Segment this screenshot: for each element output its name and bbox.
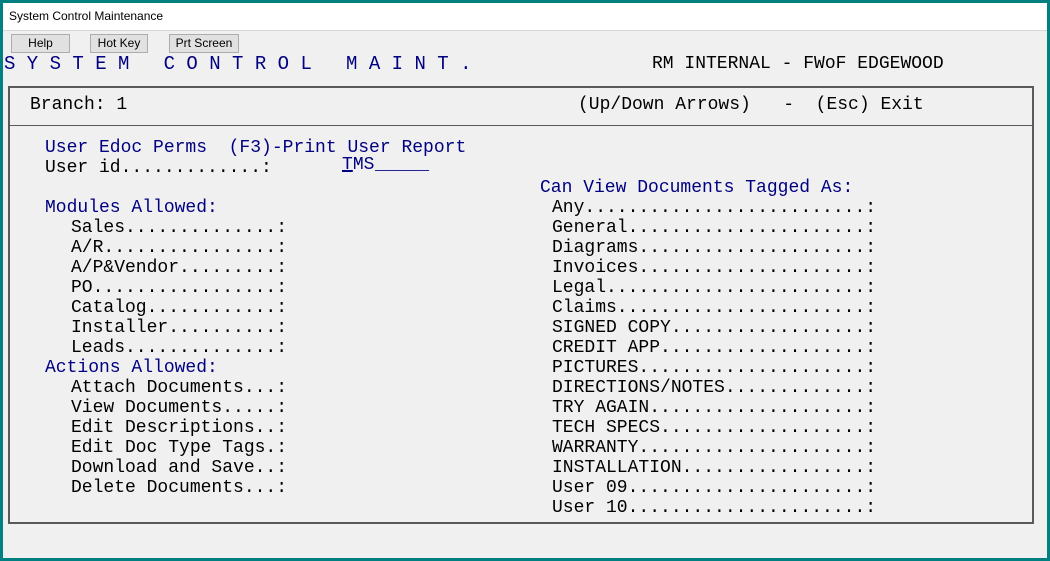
- action-field[interactable]: Delete Documents...:: [71, 478, 287, 498]
- module-field[interactable]: Catalog............:: [71, 298, 287, 318]
- user-id-blank: _____: [375, 155, 430, 175]
- action-field[interactable]: View Documents.....:: [71, 398, 287, 418]
- modules-heading: Modules Allowed:: [45, 198, 218, 218]
- action-field[interactable]: Attach Documents...:: [71, 378, 287, 398]
- tag-field[interactable]: TECH SPECS...................:: [552, 418, 876, 438]
- tag-field[interactable]: General......................:: [552, 218, 876, 238]
- tag-field[interactable]: PICTURES.....................:: [552, 358, 876, 378]
- actions-heading: Actions Allowed:: [45, 358, 218, 378]
- title-divider: [3, 30, 1047, 31]
- module-field[interactable]: Leads..............:: [71, 338, 287, 358]
- company-name: RM INTERNAL - FWoF EDGEWOOD: [652, 54, 944, 74]
- screen-title: S Y S T E M C O N T R O L M A I N T .: [4, 53, 472, 75]
- tag-field[interactable]: Claims.......................:: [552, 298, 876, 318]
- tag-field[interactable]: INSTALLATION.................:: [552, 458, 876, 478]
- module-field[interactable]: PO.................:: [71, 278, 287, 298]
- module-field[interactable]: Installer..........:: [71, 318, 287, 338]
- text-cursor: T: [342, 155, 353, 175]
- tag-field[interactable]: Any..........................:: [552, 198, 876, 218]
- tag-field[interactable]: DIRECTIONS/NOTES.............:: [552, 378, 876, 398]
- user-id-value: MS: [352, 155, 375, 175]
- tag-field[interactable]: Diagrams.....................:: [552, 238, 876, 258]
- action-field[interactable]: Download and Save..:: [71, 458, 287, 478]
- tag-field[interactable]: User 09......................:: [552, 478, 876, 498]
- tag-field[interactable]: SIGNED COPY..................:: [552, 318, 876, 338]
- hot-key-button[interactable]: Hot Key: [90, 34, 148, 53]
- key-hint: (Up/Down Arrows) - (Esc) Exit: [578, 95, 924, 115]
- tag-field[interactable]: WARRANTY.....................:: [552, 438, 876, 458]
- user-id-label: User id.............:: [45, 158, 283, 178]
- tag-field[interactable]: CREDIT APP...................:: [552, 338, 876, 358]
- tag-field[interactable]: Legal........................:: [552, 278, 876, 298]
- tag-field[interactable]: Invoices.....................:: [552, 258, 876, 278]
- help-button[interactable]: Help: [11, 34, 70, 53]
- module-field[interactable]: A/R................:: [71, 238, 287, 258]
- tags-heading: Can View Documents Tagged As:: [540, 178, 854, 198]
- action-field[interactable]: Edit Doc Type Tags.:: [71, 438, 287, 458]
- user-id-field[interactable]: TMS: [342, 155, 374, 175]
- tag-field[interactable]: TRY AGAIN....................:: [552, 398, 876, 418]
- action-field[interactable]: Edit Descriptions..:: [71, 418, 287, 438]
- branch-label: Branch: 1: [30, 95, 128, 115]
- window-title: System Control Maintenance: [9, 9, 164, 23]
- module-field[interactable]: A/P&Vendor.........:: [71, 258, 287, 278]
- tag-field[interactable]: User 10......................:: [552, 498, 876, 518]
- module-field[interactable]: Sales..............:: [71, 218, 287, 238]
- title-bar: System Control Maintenance: [3, 3, 1047, 30]
- frame-divider: [10, 125, 1032, 126]
- prt-screen-button[interactable]: Prt Screen: [169, 34, 239, 53]
